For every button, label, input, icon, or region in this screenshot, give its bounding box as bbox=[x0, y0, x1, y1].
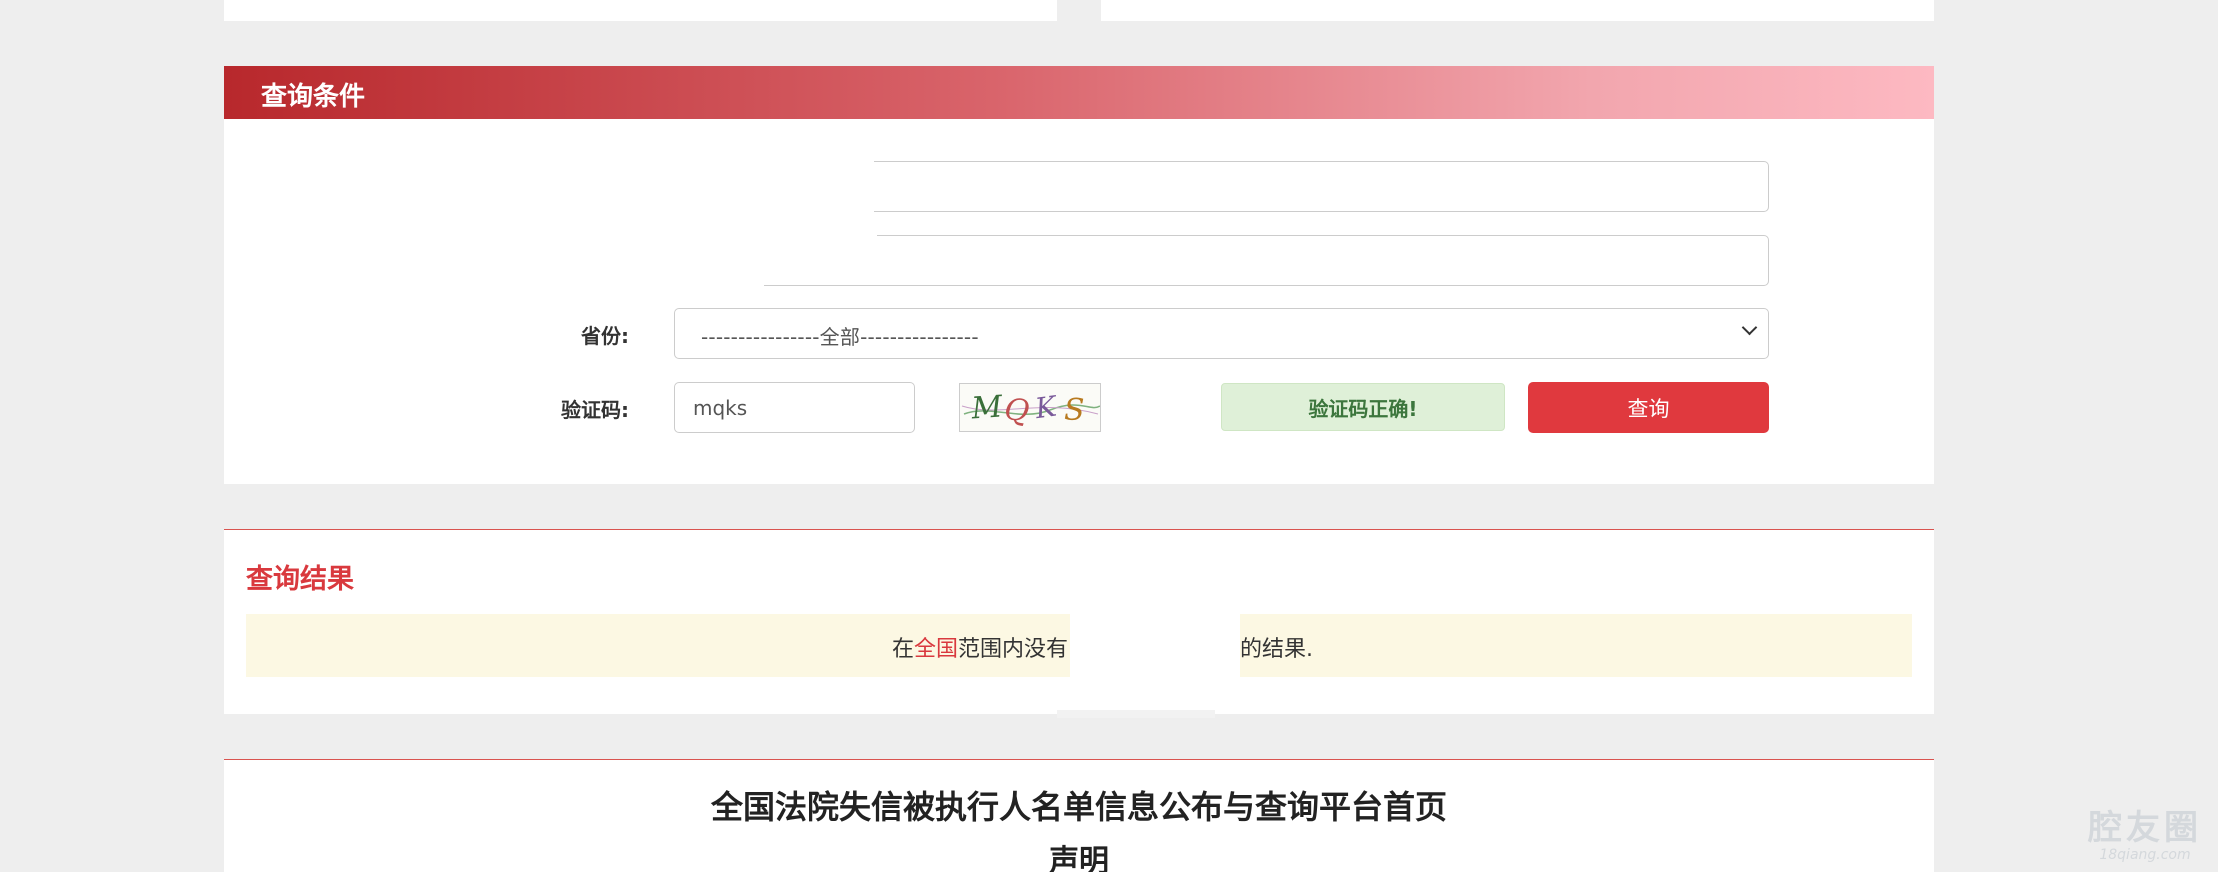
province-select-value: ----------------全部---------------- bbox=[701, 325, 979, 349]
id-row: 身份证号码/组织机构代 bbox=[224, 233, 1934, 288]
result-message-bar: 在全国范围内没有 的结果. bbox=[246, 614, 1912, 677]
top-card-right bbox=[1101, 0, 1934, 21]
results-title: 查询结果 bbox=[246, 564, 354, 595]
svg-text:Q: Q bbox=[1002, 392, 1031, 430]
top-card-left bbox=[224, 0, 1057, 21]
province-label: 省份: bbox=[581, 324, 629, 348]
scroll-nub bbox=[1057, 710, 1215, 718]
result-text-post: 的结果. bbox=[1240, 637, 1314, 662]
query-results-panel: 查询结果 在全国范围内没有 的结果. bbox=[224, 529, 1934, 714]
province-row: 省份: ----------------全部---------------- bbox=[224, 308, 1934, 359]
captcha-image[interactable]: M Q K S bbox=[959, 383, 1101, 432]
watermark-sub: 18qiang.com bbox=[2099, 847, 2191, 863]
query-conditions-header: 查询条件 bbox=[224, 66, 1934, 119]
name-row: 被执行人姓名/名 bbox=[224, 159, 1934, 214]
redaction-mask bbox=[619, 233, 877, 267]
watermark-logo: 腔友圈 18qiang.com bbox=[2080, 800, 2210, 863]
svg-text:M: M bbox=[969, 389, 1004, 426]
notice-panel: 全国法院失信被执行人名单信息公布与查询平台首页 声明 bbox=[224, 759, 1934, 872]
redaction-mask bbox=[609, 159, 874, 214]
province-select[interactable]: ----------------全部---------------- bbox=[674, 308, 1769, 359]
redaction-mask bbox=[619, 267, 764, 288]
search-button[interactable]: 查询 bbox=[1528, 382, 1769, 433]
svg-text:S: S bbox=[1064, 393, 1085, 428]
captcha-image-graphic: M Q K S bbox=[961, 389, 1100, 430]
result-scope-highlight: 全国 bbox=[914, 637, 959, 662]
redaction-mask bbox=[1070, 614, 1240, 677]
captcha-status-badge: 验证码正确! bbox=[1221, 383, 1505, 431]
svg-text:K: K bbox=[1032, 389, 1060, 425]
query-conditions-panel: 查询条件 被执行人姓名/名 身份证号码/组织机构代 省份: ----------… bbox=[224, 66, 1934, 484]
captcha-row: 验证码: M Q K S 验证码正确! 查询 bbox=[224, 382, 1934, 433]
captcha-label: 验证码: bbox=[561, 398, 629, 422]
result-text-mid: 范围内没有 bbox=[958, 637, 1069, 662]
notice-title: 全国法院失信被执行人名单信息公布与查询平台首页 bbox=[710, 788, 1447, 826]
result-text-pre: 在 bbox=[892, 637, 915, 662]
watermark-main: 腔友圈 bbox=[2088, 808, 2202, 848]
notice-subtitle: 声明 bbox=[1049, 844, 1109, 872]
query-conditions-title: 查询条件 bbox=[261, 82, 366, 112]
chevron-down-icon bbox=[1741, 319, 1758, 336]
captcha-input[interactable] bbox=[674, 382, 915, 433]
